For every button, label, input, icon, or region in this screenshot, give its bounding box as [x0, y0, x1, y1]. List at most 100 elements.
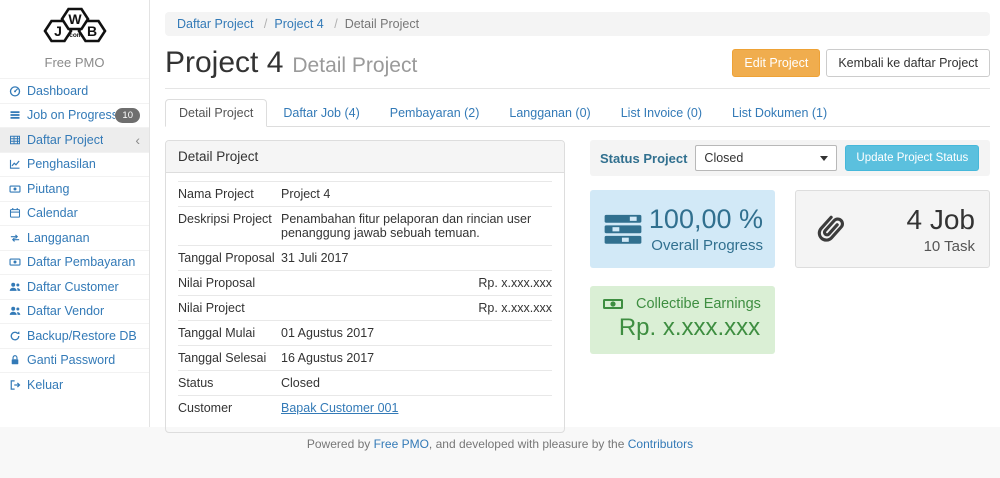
sidebar-item-label: Piutang [27, 182, 69, 196]
sidebar-item[interactable]: Piutang [0, 176, 149, 201]
main-layout: J W B .com Free PMO Dashboard [0, 0, 1000, 427]
columns: Detail Project Nama Project Project 4 D [165, 140, 990, 433]
tab[interactable]: Daftar Job (4) [269, 99, 373, 127]
left-column: Detail Project Nama Project Project 4 D [165, 140, 565, 433]
right-column: Status Project Closed Update Project Sta… [590, 140, 990, 433]
tasks-count: 10 Task [907, 238, 976, 255]
sidebar-item[interactable]: Backup/Restore DB [0, 323, 149, 348]
detail-value[interactable]: Bapak Customer 001 [281, 401, 552, 415]
detail-label: Deskripsi Project [178, 212, 281, 240]
detail-row: Nama Project Project 4 [178, 181, 552, 206]
collectible-earnings-box: Collectibe Earnings Rp. x.xxx.xxx [590, 286, 775, 354]
footer-text: Powered by [307, 437, 374, 451]
contributors-link[interactable]: Contributors [628, 437, 693, 451]
detail-label: Customer [178, 401, 281, 415]
logo-suffix: .com [67, 32, 82, 39]
sidebar-item-label: Langganan [27, 231, 90, 245]
table-icon [9, 134, 21, 146]
breadcrumb: Daftar Project Project 4 Detail Project [165, 12, 990, 36]
edit-project-button[interactable]: Edit Project [732, 49, 820, 77]
sidebar-item-label: Daftar Pembayaran [27, 255, 135, 269]
sidebar-item[interactable]: Penghasilan [0, 152, 149, 177]
sidebar-item-label: Penghasilan [27, 157, 96, 171]
sidebar-item[interactable]: Keluar [0, 372, 149, 397]
status-project-label: Status Project [600, 151, 687, 166]
tab-bar: Detail Project Daftar Job (4) Pembayaran… [165, 99, 990, 127]
breadcrumb-item[interactable]: Project 4 [257, 17, 324, 31]
breadcrumb-item: Detail Project [327, 17, 419, 31]
detail-value: Closed [281, 376, 552, 390]
sidebar-item[interactable]: Ganti Password [0, 348, 149, 373]
sidebar-menu: Dashboard Job on Progress 10 [0, 78, 149, 397]
paperclip-icon [810, 209, 850, 249]
sidebar-item[interactable]: Langganan [0, 225, 149, 250]
panel-title: Detail Project [166, 141, 564, 173]
logo-letter-j: J [54, 23, 62, 39]
sidebar-item[interactable]: Job on Progress 10 [0, 103, 149, 128]
header-divider [165, 88, 990, 89]
jobs-value: 4 Job [907, 204, 976, 236]
detail-label: Tanggal Proposal [178, 251, 281, 265]
detail-row: Tanggal Selesai 16 Agustus 2017 [178, 345, 552, 370]
status-select[interactable]: Closed [695, 145, 837, 171]
detail-row: Deskripsi Project Penambahan fitur pelap… [178, 206, 552, 245]
free-pmo-link[interactable]: Free PMO [374, 437, 429, 451]
earnings-value: Rp. x.xxx.xxx [602, 314, 763, 342]
sidebar-item-label: Daftar Customer [27, 280, 119, 294]
jobs-box: 4 Job 10 Task [795, 190, 990, 268]
detail-row: Nilai Proposal Rp. x.xxx.xxx [178, 270, 552, 295]
back-to-list-button[interactable]: Kembali ke daftar Project [826, 49, 990, 77]
chevron-left-icon: ‹ [135, 133, 140, 147]
detail-label: Nama Project [178, 187, 281, 201]
detail-value: Project 4 [281, 187, 552, 201]
detail-value: Rp. x.xxx.xxx [281, 276, 552, 290]
tab[interactable]: Pembayaran (2) [376, 99, 494, 127]
sidebar-item-label: Backup/Restore DB [27, 329, 137, 343]
sidebar-item[interactable]: Daftar Customer [0, 274, 149, 299]
banknote-icon [602, 296, 624, 312]
tab[interactable]: Detail Project [165, 99, 267, 127]
header-buttons: Edit Project Kembali ke daftar Project [732, 49, 990, 77]
detail-value: 01 Agustus 2017 [281, 326, 552, 340]
detail-project-panel: Detail Project Nama Project Project 4 D [165, 140, 565, 433]
caret-down-icon [820, 156, 828, 161]
detail-label: Tanggal Mulai [178, 326, 281, 340]
tab[interactable]: Langganan (0) [495, 99, 604, 127]
retweet-icon [9, 232, 21, 244]
overall-progress-box: 100,00 % Overall Progress [590, 190, 775, 268]
detail-table: Nama Project Project 4 Deskripsi Project… [166, 173, 564, 432]
detail-row: Status Closed [178, 370, 552, 395]
detail-label: Tanggal Selesai [178, 351, 281, 365]
sidebar-item[interactable]: Daftar Project ‹ [0, 127, 149, 152]
detail-label: Nilai Proposal [178, 276, 281, 290]
detail-label: Nilai Project [178, 301, 281, 315]
sidebar-item[interactable]: Calendar [0, 201, 149, 226]
line-chart-icon [9, 158, 21, 170]
tab[interactable]: List Dokumen (1) [718, 99, 841, 127]
detail-row: Nilai Project Rp. x.xxx.xxx [178, 295, 552, 320]
sidebar-item[interactable]: Daftar Vendor [0, 299, 149, 324]
sidebar-item[interactable]: Dashboard [0, 78, 149, 103]
footer-text: , and developed with pleasure by the [429, 437, 628, 451]
detail-value: 16 Agustus 2017 [281, 351, 552, 365]
logo-letter-w: W [68, 11, 82, 27]
update-status-button[interactable]: Update Project Status [845, 145, 979, 171]
sidebar-item-label: Daftar Vendor [27, 304, 104, 318]
brand-name: Free PMO [0, 51, 149, 78]
sidebar-item[interactable]: Daftar Pembayaran [0, 250, 149, 275]
status-select-value: Closed [704, 151, 743, 165]
tasks-icon [602, 208, 644, 250]
sidebar-item-label: Calendar [27, 206, 78, 220]
brand: J W B .com Free PMO [0, 0, 149, 78]
breadcrumb-item[interactable]: Daftar Project [177, 17, 253, 31]
progress-caption: Overall Progress [649, 237, 763, 254]
tab[interactable]: List Invoice (0) [607, 99, 716, 127]
money-icon [9, 256, 21, 268]
refresh-icon [9, 330, 21, 342]
sidebar-item-label: Dashboard [27, 84, 88, 98]
sidebar: J W B .com Free PMO Dashboard [0, 0, 150, 427]
detail-row: Tanggal Proposal 31 Juli 2017 [178, 245, 552, 270]
page-header: Project 4 Detail Project Edit Project Ke… [165, 46, 990, 80]
detail-value: 31 Juli 2017 [281, 251, 552, 265]
footer: Powered by Free PMO, and developed with … [0, 427, 1000, 478]
